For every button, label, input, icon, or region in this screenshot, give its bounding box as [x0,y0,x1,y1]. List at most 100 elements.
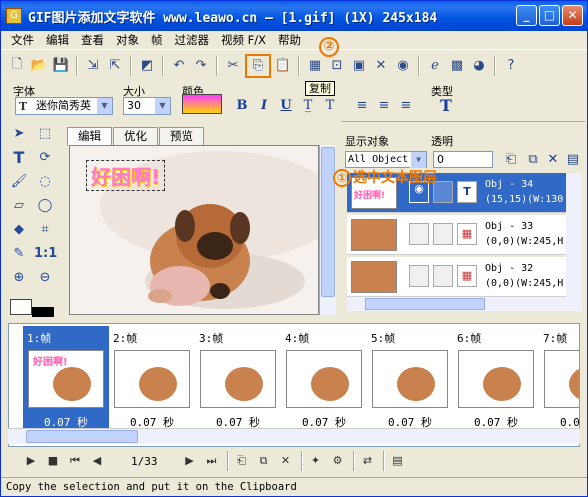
crop-icon[interactable]: ▦ [305,56,325,76]
palette-icon[interactable]: ◕ [469,56,489,76]
menu-help[interactable]: 帮助 [272,31,307,49]
menu-frame[interactable]: 帧 [145,31,169,49]
chevron-down-icon[interactable]: ▼ [154,98,170,114]
lasso-icon[interactable]: ◌ [34,171,56,193]
fill-icon[interactable]: ◆ [8,219,30,241]
background-color-swatch[interactable] [10,299,32,315]
tab-edit[interactable]: 编辑 [67,127,112,146]
select-rect-icon[interactable]: ⬚ [34,123,56,145]
minimize-button[interactable]: _ [516,5,537,26]
paste-icon[interactable]: 📋 [273,56,293,76]
zoom-out-icon[interactable]: ⊖ [34,267,56,289]
add-frame-icon[interactable]: ⎗ [232,453,252,469]
frame-item[interactable]: 1:帧 好困啊! 0.07 秒 [23,326,109,430]
tab-optimize[interactable]: 优化 [113,127,158,145]
crop-tool-icon[interactable]: ⌗ [34,219,56,241]
frame-item[interactable]: 2:帧 0.07 秒 [109,326,195,430]
help-icon[interactable]: ? [501,56,521,76]
pointer-icon[interactable]: ➤ [8,123,30,145]
duplicate-object-icon[interactable]: ⧉ [523,149,543,169]
frame-item[interactable]: 5:帧 0.07 秒 [367,326,453,430]
image-icon[interactable]: ▣ [349,56,369,76]
selected-text-layer[interactable]: 好困啊! [86,160,166,191]
resize-icon[interactable]: ⊡ [327,56,347,76]
delete-icon[interactable]: ✕ [371,56,391,76]
text-type-button[interactable]: T [437,97,455,115]
menu-video-fx[interactable]: 视频 F/X [215,31,272,49]
new-icon[interactable]: 🗋 [7,56,27,76]
open-icon[interactable]: 📂 [29,56,49,76]
panel-splitter[interactable] [341,121,585,129]
import-icon[interactable]: ⇲ [83,56,103,76]
cut-icon[interactable]: ✂ [223,56,243,76]
scroll-thumb[interactable] [365,298,485,310]
frame-props-icon[interactable]: ▤ [388,453,408,469]
new-object-icon[interactable]: ⎗ [501,149,521,169]
text-style-icon[interactable]: T̲ [299,97,317,115]
align-right-icon[interactable]: ≡ [397,97,415,115]
frame-item[interactable]: 6:帧 0.07 秒 [453,326,539,430]
menu-view[interactable]: 查看 [75,31,110,49]
foreground-color-swatch[interactable] [32,307,54,317]
ellipse-icon[interactable]: ◯ [34,195,56,217]
menu-object[interactable]: 对象 [110,31,145,49]
next-frame-icon[interactable]: ▶ [180,453,200,469]
title-bar[interactable]: G GIF图片添加文字软件 www.leawo.cn – [1.gif] (1X… [1,1,587,31]
scroll-thumb[interactable] [26,430,138,443]
play-icon[interactable]: ▶ [21,453,41,469]
brush-icon[interactable]: 🖌 [8,171,30,193]
wizard-icon[interactable]: ◩ [137,56,157,76]
color-swatch[interactable] [182,94,222,114]
effect-icon[interactable]: ⚙ [328,453,348,469]
frames-hscroll[interactable] [8,428,580,444]
redo-icon[interactable]: ↷ [191,56,211,76]
image-canvas[interactable]: 好困啊! [69,145,319,315]
italic-button[interactable]: I [255,97,273,115]
browser-icon[interactable]: ℯ [425,56,445,76]
tab-preview[interactable]: 预览 [159,127,204,145]
frame-item[interactable]: 4:帧 0.07 秒 [281,326,367,430]
eyedropper-icon[interactable]: ✎ [8,243,30,265]
size-select[interactable]: 30 ▼ [123,97,171,115]
align-left-icon[interactable]: ≡ [353,97,371,115]
align-center-icon[interactable]: ≡ [375,97,393,115]
layer-vscroll[interactable] [566,173,582,297]
globe-icon[interactable]: ◉ [393,56,413,76]
bold-button[interactable]: B [233,97,251,115]
frame-item[interactable]: 7:帧 0.07 秒 [539,326,579,430]
font-select[interactable]: T 迷你简秀英 ▼ [15,97,113,115]
export-icon[interactable]: ⇱ [105,56,125,76]
text-tool-icon[interactable]: T [8,147,30,169]
maximize-button[interactable]: □ [539,5,560,26]
opacity-spinner[interactable]: 0 [433,151,493,168]
delete-object-icon[interactable]: ✕ [543,149,563,169]
undo-icon[interactable]: ↶ [169,56,189,76]
save-icon[interactable]: 💾 [51,56,71,76]
copy-icon[interactable]: ⎘ [245,53,271,78]
layer-row[interactable]: ▦ Obj - 33 (0,0)(W:245,H [347,215,566,255]
grid-icon[interactable]: ▩ [447,56,467,76]
layer-hscroll[interactable] [347,297,582,311]
layer-row[interactable]: ▦ Obj - 32 (0,0)(W:245,H [347,257,566,297]
text-shadow-icon[interactable]: T [321,97,339,115]
menu-filter[interactable]: 过滤器 [169,31,216,49]
last-frame-icon[interactable]: ⏭ [202,453,222,469]
chevron-down-icon[interactable]: ▼ [410,152,426,168]
eraser-icon[interactable]: ▱ [8,195,30,217]
menu-edit[interactable]: 编辑 [40,31,75,49]
visibility-cell[interactable] [409,223,429,245]
transition-icon[interactable]: ✦ [306,453,326,469]
copy-frame-icon[interactable]: ⧉ [254,453,274,469]
lock-cell[interactable] [433,223,453,245]
display-objects-select[interactable]: All Object: ▼ [345,151,427,168]
zoom-in-icon[interactable]: ⊕ [8,267,30,289]
delete-frame-icon[interactable]: ✕ [276,453,296,469]
visibility-cell[interactable] [409,265,429,287]
underline-button[interactable]: U [277,97,295,115]
lock-cell[interactable] [433,265,453,287]
reverse-icon[interactable]: ⇄ [358,453,378,469]
chevron-down-icon[interactable]: ▼ [96,98,112,114]
stop-icon[interactable]: ■ [43,453,63,469]
rotate-icon[interactable]: ⟳ [34,147,56,169]
object-props-icon[interactable]: ▤ [563,149,583,169]
